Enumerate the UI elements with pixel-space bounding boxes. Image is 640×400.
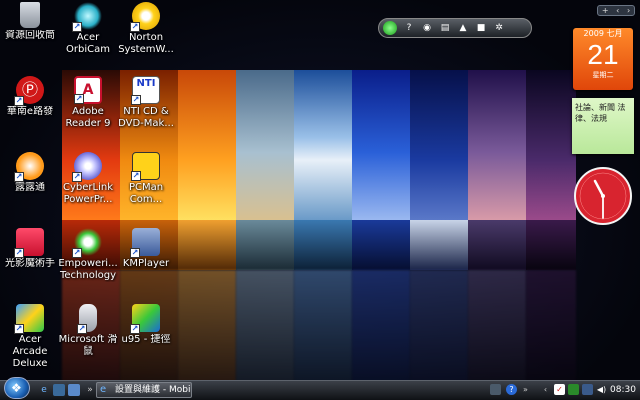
sidebar-controls[interactable]: + ‹ › [597,5,635,16]
kmplayer-icon: ↗ [130,228,160,258]
desktop-icon-pcman[interactable]: ↗ PCMan Com... [116,152,176,206]
desktop-icon-empowering[interactable]: ↗ Empoweri... Technology [58,228,118,282]
tray-help-icon[interactable]: ? [506,384,517,395]
desktop-icon-label: Acer Arcade Deluxe [12,334,48,369]
tray-keyboard-icon[interactable] [490,384,501,395]
desktop-icon-label: PCMan Com... [128,182,164,205]
desktop-icon-label: Norton SystemW... [118,32,174,55]
gadget-toolbar: ? ◉ ▤ ▲ ■ ✲ [378,18,532,38]
photo-editor-icon: ↗ [14,228,44,258]
power-icon[interactable] [383,21,397,35]
desktop-icon-label: KMPlayer [122,258,170,269]
media-disc-icon: ↗ [72,152,102,182]
note-text: 社論、新聞 法律、法規 [575,103,626,123]
sidebar-add-gadget-button[interactable]: + [602,6,609,15]
desktop-icon-bank-app[interactable]: Ⓟ ↗ 華南e路發 [0,76,60,118]
desktop-icon-pdf-reader[interactable]: A ↗ Adobe Reader 9 [58,76,118,130]
calendar-gadget[interactable]: 2009 七月 21 星期二 [573,28,633,90]
desktop-icon-recycle-bin[interactable]: 資源回收筒 [0,2,60,42]
sidebar-prev-button[interactable]: ‹ [616,6,619,15]
desktop-icon-label: Acer OrbiCam [66,32,110,55]
wallpaper-strip [352,70,410,380]
desktop-icon-disc-maker[interactable]: NTI ↗ NTI CD & DVD-Mak... [116,76,176,130]
desktop-icon-label: 露露通 [15,182,45,193]
desktop-icon-webcam[interactable]: ↗ Acer OrbiCam [58,2,118,56]
taskbar-clock[interactable]: 08:30 [610,384,636,396]
shortcut-app-icon: ↗ [130,304,160,334]
rss-icon[interactable]: ◉ [421,22,433,34]
disc-maker-icon: NTI ↗ [131,76,160,105]
pcman-icon: ↗ [131,152,160,181]
desktop-icon-photo-editor[interactable]: ↗ 光影魔術手 [0,228,60,270]
lock-icon[interactable]: ■ [475,22,487,34]
desktop-icon-label: Adobe Reader 9 [65,106,111,129]
quick-launch-overflow-icon[interactable]: » [84,384,96,396]
quick-launch-ie-icon[interactable]: e [38,384,50,396]
desktop-icon-chat-app[interactable]: ↗ 露露通 [0,152,60,194]
mouse-icon: ↗ [77,304,97,334]
desktop-icon-arcade[interactable]: ↗ Acer Arcade Deluxe [0,304,60,370]
help-icon[interactable]: ? [403,22,415,34]
bank-app-icon: Ⓟ ↗ [14,76,44,106]
chat-app-icon: ↗ [14,152,44,182]
taskbar-window-button[interactable]: e 設置與維護 - Mobile... [96,382,192,398]
desktop-icon-label: Microsoft 滑鼠 [58,334,118,357]
tray-chevron-icon[interactable]: ‹ [540,384,551,395]
desktop-icon-label: 資源回收筒 [5,30,55,41]
taskbar-window-label: 設置與維護 - Mobile... [115,385,191,395]
tray-network-icon[interactable] [582,384,593,395]
tray-volume-icon[interactable]: ◀) [596,384,607,395]
clock-gadget[interactable] [573,166,633,226]
desktop-icon-norton[interactable]: ↗ Norton SystemW... [116,2,176,56]
desktop-icon-label: u95 - 捷徑 [121,334,171,345]
desktop-icon-label: 光影魔術手 [5,258,55,269]
desktop-icon-shortcut-app[interactable]: ↗ u95 - 捷徑 [116,304,176,346]
wallpaper-strip [178,70,236,380]
sidebar-next-button[interactable]: › [627,6,630,15]
tray-overflow-icon[interactable]: » [520,384,531,395]
network-icon[interactable]: ▤ [439,22,451,34]
desktop-icon-label: CyberLink PowerPr... [63,182,113,205]
wallpaper-strip [468,70,526,380]
desktop-icon-media-disc[interactable]: ↗ CyberLink PowerPr... [58,152,118,206]
recycle-bin-icon [20,2,40,28]
desktop-icon-label: 華南e路發 [6,106,54,117]
quick-launch-desktop-icon[interactable] [53,384,65,396]
empowering-icon: ↗ [72,228,102,258]
webcam-icon: ↗ [72,2,102,32]
norton-icon: ↗ [130,2,160,32]
wifi-icon[interactable]: ▲ [457,22,469,34]
desktop-icon-label: NTI CD & DVD-Mak... [118,106,174,129]
settings-icon[interactable]: ✲ [493,22,505,34]
tray-antivirus-icon[interactable]: ✓ [554,384,565,395]
start-button[interactable]: ❖ [4,377,30,399]
wallpaper-strip [526,70,576,380]
desktop-icon-label: Empoweri... Technology [58,258,118,281]
arcade-icon: ↗ [14,304,44,334]
notes-gadget[interactable]: 社論、新聞 法律、法規 [572,98,634,154]
wallpaper-strip [236,70,294,380]
calendar-weekday: 星期二 [592,71,614,79]
wallpaper-strip [294,70,352,380]
windows-logo-icon: ❖ [11,381,22,395]
ie-icon: e [100,384,107,395]
quick-launch-switch-windows-icon[interactable] [68,384,80,396]
desktop-icon-kmplayer[interactable]: ↗ KMPlayer [116,228,176,270]
pdf-reader-icon: A ↗ [74,76,102,104]
wallpaper-strip [410,70,468,380]
calendar-day: 21 [587,39,619,70]
desktop-icon-mouse[interactable]: ↗ Microsoft 滑鼠 [58,304,118,358]
tray-battery-icon[interactable] [568,384,579,395]
